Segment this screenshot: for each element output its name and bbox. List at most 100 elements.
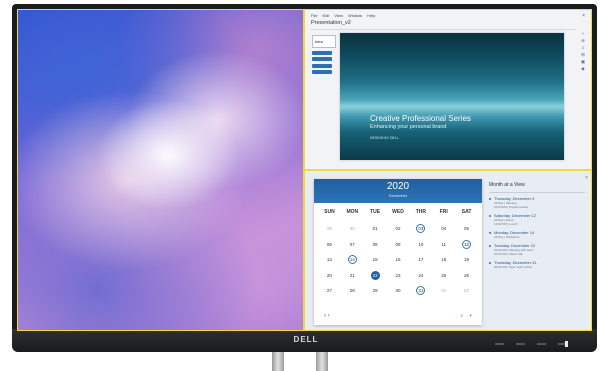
calendar-window[interactable]: 2020 December SUN MON TUE WED THR FRI SA… bbox=[304, 170, 592, 331]
weekday-label: SAT bbox=[461, 209, 472, 215]
calendar-day[interactable]: 09 bbox=[387, 237, 410, 253]
slide-thumbnail-intro[interactable]: Intro bbox=[312, 35, 336, 48]
calendar-day[interactable]: 29 bbox=[364, 283, 387, 299]
product-photo: DELL File Edit View Window Help × Presen… bbox=[0, 0, 601, 371]
calendar-day[interactable]: 19 bbox=[455, 252, 478, 268]
calendar-day[interactable]: 06 bbox=[318, 237, 341, 253]
calendar-day[interactable]: 25 bbox=[432, 268, 455, 284]
list-icon[interactable]: ≡ bbox=[582, 45, 585, 50]
shape-icon[interactable]: ◆ bbox=[581, 66, 584, 71]
close-icon[interactable]: × bbox=[582, 13, 585, 19]
calendar-day[interactable]: 12 bbox=[455, 237, 478, 253]
slide-thumbnail[interactable] bbox=[312, 70, 332, 74]
grid-icon[interactable]: ⊞ bbox=[581, 52, 585, 57]
day-number: 20 bbox=[326, 272, 332, 278]
zoom-icon[interactable]: ⊕ bbox=[581, 38, 585, 43]
event-item[interactable]: Thursday, December 3 All Day | Meeting 10:… bbox=[489, 196, 585, 209]
event-item[interactable]: Saturday, December 12 All Day | Event 12:0… bbox=[489, 213, 585, 226]
calendar-day[interactable]: 15 bbox=[364, 252, 387, 268]
day-number: 18 bbox=[441, 257, 447, 263]
calendar-day[interactable]: 05 bbox=[455, 221, 478, 237]
weekday-label: THR bbox=[415, 209, 426, 215]
calendar-day-selected[interactable]: 22 bbox=[364, 268, 387, 284]
wallpaper-zone bbox=[17, 9, 304, 331]
menu-bar: File Edit View Window Help bbox=[311, 13, 375, 18]
day-number: 16 bbox=[395, 257, 401, 263]
calendar-day[interactable]: 21 bbox=[341, 268, 364, 284]
weekday-label: WED bbox=[392, 209, 404, 215]
calendar-day[interactable]: 18 bbox=[432, 252, 455, 268]
menu-window[interactable]: Window bbox=[348, 13, 362, 18]
calendar-day[interactable]: 17 bbox=[409, 252, 432, 268]
event-detail: 12:00 PM | Lunch bbox=[494, 222, 518, 226]
calendar-day[interactable]: 30 bbox=[341, 221, 364, 237]
day-number: 14 bbox=[347, 255, 357, 265]
menu-file[interactable]: File bbox=[311, 13, 317, 18]
day-number: 07 bbox=[349, 241, 355, 247]
day-number: 10 bbox=[418, 241, 424, 247]
calendar-day[interactable]: 30 bbox=[387, 283, 410, 299]
power-button[interactable] bbox=[565, 341, 568, 347]
day-number: 02 bbox=[395, 226, 401, 232]
calendar-day[interactable]: 28 bbox=[341, 283, 364, 299]
day-number: 15 bbox=[372, 257, 378, 263]
calendar-day[interactable]: 08 bbox=[364, 237, 387, 253]
menu-view[interactable]: View bbox=[334, 13, 343, 18]
day-number: 06 bbox=[326, 241, 332, 247]
day-number: 30 bbox=[349, 226, 355, 232]
calendar-day[interactable]: 03 bbox=[409, 221, 432, 237]
calendar-grid: 29 30 01 02 03 04 05 06 07 08 09 10 11 12 13 14 15 16 17 18… bbox=[318, 221, 478, 299]
calendar-day[interactable]: 26 bbox=[455, 268, 478, 284]
event-item[interactable]: Monday, December 14 All Day | Workshop bbox=[489, 230, 585, 239]
brand-logo: DELL bbox=[293, 335, 319, 344]
calendar-day[interactable]: 02 bbox=[455, 283, 478, 299]
day-number: 26 bbox=[464, 272, 470, 278]
calendar-day[interactable]: 13 bbox=[318, 252, 341, 268]
slides-panel: Intro bbox=[312, 35, 336, 74]
slide-thumbnail[interactable] bbox=[312, 63, 332, 68]
event-item[interactable]: Thursday, December 31 09:00 PM | New Year… bbox=[489, 260, 585, 269]
monitor-buttons[interactable] bbox=[495, 343, 567, 345]
calendar-day[interactable]: 27 bbox=[318, 283, 341, 299]
calendar-day[interactable]: 02 bbox=[387, 221, 410, 237]
calendar-widget: 2020 December SUN MON TUE WED THR FRI SA… bbox=[314, 179, 482, 325]
day-number: 23 bbox=[395, 272, 401, 278]
weekday-label: SUN bbox=[324, 209, 335, 215]
presentation-window[interactable]: File Edit View Window Help × Presentatio… bbox=[304, 9, 592, 170]
add-icon[interactable]: + bbox=[582, 31, 585, 36]
slide-thumbnail[interactable] bbox=[312, 57, 332, 61]
event-item[interactable]: Tuesday, December 22 10:00 AM | Meeting w… bbox=[489, 243, 585, 256]
day-number: 24 bbox=[418, 272, 424, 278]
menu-edit[interactable]: Edit bbox=[322, 13, 329, 18]
slide-thumbnail[interactable] bbox=[312, 50, 332, 55]
event-list: Thursday, December 3 All Day | Meeting 10:… bbox=[489, 196, 585, 269]
month-nav-arrows[interactable]: ‹ › bbox=[324, 313, 330, 319]
day-number: 29 bbox=[372, 288, 378, 294]
calendar-day[interactable]: 14 bbox=[341, 252, 364, 268]
calendar-day[interactable]: 23 bbox=[387, 268, 410, 284]
calendar-day[interactable]: 10 bbox=[409, 237, 432, 253]
menu-help[interactable]: Help bbox=[367, 13, 375, 18]
calendar-day[interactable]: 24 bbox=[409, 268, 432, 284]
calendar-day[interactable]: 04 bbox=[432, 221, 455, 237]
search-icon[interactable]: ⌕ bbox=[460, 313, 463, 319]
calendar-day[interactable]: 20 bbox=[318, 268, 341, 284]
calendar-day[interactable]: 29 bbox=[318, 221, 341, 237]
day-number: 08 bbox=[372, 241, 378, 247]
calendar-day[interactable]: 31 bbox=[409, 283, 432, 299]
close-icon[interactable]: × bbox=[585, 175, 588, 181]
calendar-day[interactable]: 01 bbox=[364, 221, 387, 237]
day-number: 17 bbox=[418, 257, 424, 263]
add-event-icon[interactable]: + bbox=[469, 313, 472, 319]
event-detail: All Day | Workshop bbox=[494, 235, 520, 239]
day-number: 05 bbox=[464, 226, 470, 232]
side-toolbar: + ⊕ ≡ ⊞ ▣ ◆ bbox=[580, 31, 586, 71]
calendar-day[interactable]: 11 bbox=[432, 237, 455, 253]
calendar-day[interactable]: 01 bbox=[432, 283, 455, 299]
calendar-actions: ⌕ + bbox=[460, 313, 472, 319]
calendar-day[interactable]: 07 bbox=[341, 237, 364, 253]
calendar-day[interactable]: 16 bbox=[387, 252, 410, 268]
event-detail: 09:00 PM | New Year's Party bbox=[494, 265, 533, 269]
image-icon[interactable]: ▣ bbox=[581, 59, 585, 64]
slide-canvas[interactable]: Creative Professional Series Enhancing y… bbox=[340, 33, 564, 160]
